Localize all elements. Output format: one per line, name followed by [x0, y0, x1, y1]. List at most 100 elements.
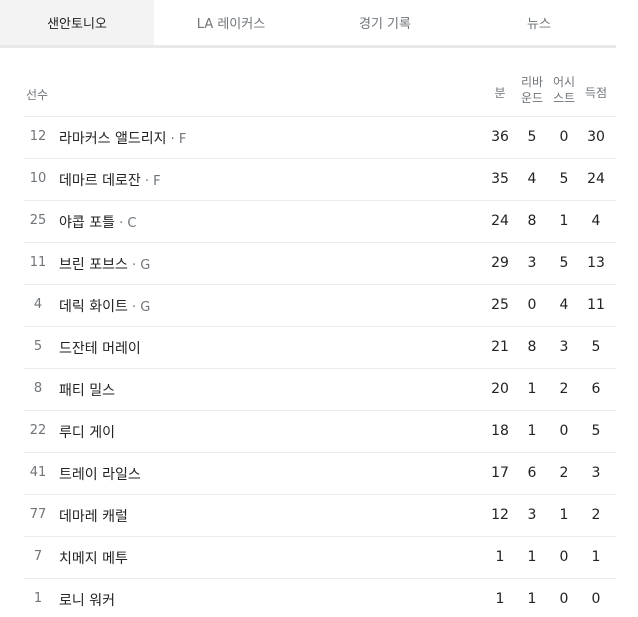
player-position: · G — [127, 300, 151, 315]
player-name[interactable]: 패티 밀스 — [59, 380, 115, 400]
stat-rebounds: 1 — [527, 549, 537, 565]
table-header: 선수 분 리바 운드 어시 스트 득점 — [24, 74, 616, 117]
player-name[interactable]: 데마르 데로잔 · F — [59, 170, 161, 190]
column-header-points: 득점 — [584, 86, 608, 100]
stat-minutes: 21 — [491, 339, 509, 355]
stat-points: 24 — [587, 171, 605, 187]
table-row[interactable]: 10 데마르 데로잔 · F 35 4 5 24 — [24, 159, 616, 201]
stat-points: 4 — [591, 213, 601, 229]
player-name-text: 치메지 메투 — [59, 551, 128, 567]
player-position: · F — [166, 132, 187, 147]
player-name[interactable]: 트레이 라일스 — [59, 464, 141, 484]
stat-assists: 5 — [559, 171, 569, 187]
column-header-rebounds-line1: 리바 — [520, 75, 544, 89]
player-name[interactable]: 라마커스 앨드리지 · F — [59, 128, 186, 148]
tab-san-antonio[interactable]: 샌안토니오 — [0, 0, 154, 45]
table-row[interactable]: 12 라마커스 앨드리지 · F 36 5 0 30 — [24, 117, 616, 159]
stat-rebounds: 8 — [527, 339, 537, 355]
column-header-assists-line1: 어시 — [552, 75, 576, 89]
player-position: · G — [127, 258, 151, 273]
column-header-assists-line2: 스트 — [552, 91, 576, 105]
stat-assists: 2 — [559, 381, 569, 397]
player-position: · C — [114, 216, 137, 231]
column-header-player: 선수 — [26, 88, 49, 102]
table-row[interactable]: 5 드잔테 머레이 21 8 3 5 — [24, 327, 616, 369]
tab-la-lakers[interactable]: LA 레이커스 — [154, 0, 308, 45]
stat-assists: 5 — [559, 255, 569, 271]
column-header-minutes: 분 — [494, 86, 506, 100]
stat-rebounds: 8 — [527, 213, 537, 229]
player-name[interactable]: 루디 게이 — [59, 422, 115, 442]
stat-rebounds: 1 — [527, 591, 537, 607]
table-row[interactable]: 4 데릭 화이트 · G 25 0 4 11 — [24, 285, 616, 327]
stat-assists: 0 — [559, 549, 569, 565]
stat-points: 5 — [591, 423, 601, 439]
player-name-text: 브린 포브스 — [59, 257, 128, 273]
stat-rebounds: 1 — [527, 381, 537, 397]
table-row[interactable]: 41 트레이 라일스 17 6 2 3 — [24, 453, 616, 495]
stat-minutes: 1 — [495, 549, 505, 565]
player-name-text: 데마르 데로잔 — [59, 173, 141, 189]
player-number: 77 — [29, 507, 47, 522]
player-number: 8 — [33, 381, 43, 396]
column-header-assists: 어시 스트 — [548, 74, 580, 106]
stat-assists: 1 — [559, 507, 569, 523]
table-row[interactable]: 1 로니 워커 1 1 0 0 — [24, 579, 616, 617]
player-name-text: 루디 게이 — [59, 425, 115, 441]
tab-news[interactable]: 뉴스 — [462, 0, 616, 45]
player-name-text: 드잔테 머레이 — [59, 341, 141, 357]
player-name[interactable]: 데릭 화이트 · G — [59, 296, 150, 316]
table-row[interactable]: 8 패티 밀스 20 1 2 6 — [24, 369, 616, 411]
stat-assists: 3 — [559, 339, 569, 355]
column-header-rebounds: 리바 운드 — [516, 74, 548, 106]
table-body: 12 라마커스 앨드리지 · F 36 5 0 30 10 데마르 데로잔 · F 35 4 5 24… — [24, 117, 616, 617]
stat-minutes: 17 — [491, 465, 509, 481]
stat-assists: 0 — [559, 129, 569, 145]
stat-rebounds: 3 — [527, 507, 537, 523]
tab-game-stats[interactable]: 경기 기록 — [308, 0, 462, 45]
stat-minutes: 24 — [491, 213, 509, 229]
player-name[interactable]: 로니 워커 — [59, 590, 115, 610]
stat-rebounds: 4 — [527, 171, 537, 187]
stat-minutes: 18 — [491, 423, 509, 439]
stat-assists: 2 — [559, 465, 569, 481]
stat-rebounds: 0 — [527, 297, 537, 313]
stat-rebounds: 3 — [527, 255, 537, 271]
player-number: 22 — [29, 423, 47, 438]
player-name[interactable]: 브린 포브스 · G — [59, 254, 150, 274]
player-number: 41 — [29, 465, 47, 480]
table-row[interactable]: 7 치메지 메투 1 1 0 1 — [24, 537, 616, 579]
stat-points: 13 — [587, 255, 605, 271]
stat-assists: 1 — [559, 213, 569, 229]
stat-minutes: 25 — [491, 297, 509, 313]
stat-points: 6 — [591, 381, 601, 397]
table-row[interactable]: 11 브린 포브스 · G 29 3 5 13 — [24, 243, 616, 285]
player-number: 1 — [33, 591, 43, 606]
player-position: · F — [140, 174, 161, 189]
table-row[interactable]: 25 야콥 포틀 · C 24 8 1 4 — [24, 201, 616, 243]
player-name-text: 데마레 캐럴 — [59, 509, 128, 525]
player-number: 25 — [29, 213, 47, 228]
player-name[interactable]: 드잔테 머레이 — [59, 338, 141, 358]
player-name-text: 패티 밀스 — [59, 383, 115, 399]
stat-points: 11 — [587, 297, 605, 313]
player-number: 10 — [29, 171, 47, 186]
stat-minutes: 1 — [495, 591, 505, 607]
table-row[interactable]: 22 루디 게이 18 1 0 5 — [24, 411, 616, 453]
table-row[interactable]: 77 데마레 캐럴 12 3 1 2 — [24, 495, 616, 537]
player-name-text: 데릭 화이트 — [59, 299, 128, 315]
stat-rebounds: 1 — [527, 423, 537, 439]
stat-rebounds: 6 — [527, 465, 537, 481]
stat-minutes: 12 — [491, 507, 509, 523]
player-name[interactable]: 치메지 메투 — [59, 548, 128, 568]
stat-minutes: 20 — [491, 381, 509, 397]
stat-points: 3 — [591, 465, 601, 481]
stat-minutes: 36 — [491, 129, 509, 145]
player-number: 5 — [33, 339, 43, 354]
player-number: 12 — [29, 129, 47, 144]
stat-assists: 0 — [559, 423, 569, 439]
player-name-text: 로니 워커 — [59, 593, 115, 609]
player-number: 4 — [33, 297, 43, 312]
player-name[interactable]: 데마레 캐럴 — [59, 506, 128, 526]
player-name[interactable]: 야콥 포틀 · C — [59, 212, 136, 232]
